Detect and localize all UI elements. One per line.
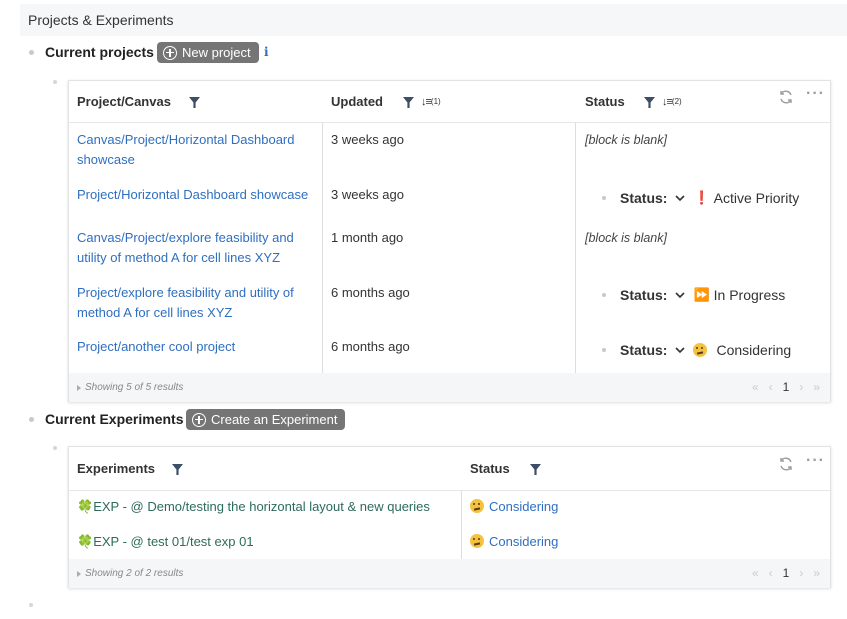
updated-cell: 1 month ago (331, 230, 404, 245)
thinking-face-icon (470, 499, 484, 513)
status-value: Active Priority (713, 190, 800, 206)
pagination: « ‹ 1 › » (752, 566, 820, 580)
sort-order-badge: (1) (430, 97, 441, 106)
project-link[interactable]: Canvas/Project/Horizontal Dashboard showc… (77, 130, 313, 170)
bullet (53, 80, 57, 84)
column-header-status[interactable]: Status (585, 94, 625, 109)
next-page-icon[interactable]: › (799, 380, 803, 394)
bullet (29, 603, 33, 607)
clover-icon: 🍀 (77, 534, 94, 549)
project-link[interactable]: Project/explore feasibility and utility … (77, 283, 317, 323)
status-label: Status: (620, 342, 668, 358)
first-page-icon[interactable]: « (752, 566, 759, 580)
more-options-icon[interactable]: ··· (806, 453, 825, 472)
fast-forward-icon: ⏩ (693, 287, 710, 303)
bullet (53, 446, 57, 450)
refresh-icon[interactable] (778, 456, 794, 472)
column-header-project[interactable]: Project/Canvas (77, 94, 171, 109)
column-header-status[interactable]: Status (470, 461, 510, 476)
sort-desc-icon[interactable]: ↓≡ (1) (421, 97, 441, 108)
new-project-button[interactable]: New project (157, 42, 259, 63)
experiment-status[interactable]: Considering (470, 497, 558, 517)
status-property: Status: Considering (602, 342, 791, 358)
plus-circle-icon (163, 45, 177, 60)
status-value: In Progress (713, 287, 786, 303)
table-actions: ··· (778, 86, 825, 105)
column-header-updated[interactable]: Updated (331, 94, 383, 109)
refresh-icon[interactable] (778, 89, 794, 105)
thinking-face-icon (470, 534, 484, 548)
column-divider (322, 123, 323, 373)
create-experiment-button[interactable]: Create an Experiment (186, 409, 346, 430)
last-page-icon[interactable]: » (813, 380, 820, 394)
chevron-down-icon[interactable] (675, 345, 686, 355)
info-icon[interactable]: i (264, 45, 269, 59)
page-title-bar: Projects & Experiments (20, 4, 847, 36)
expand-triangle-icon (77, 570, 81, 577)
experiments-table: Experiments Status ··· 🍀EXP - @ Demo/tes… (68, 446, 831, 588)
updated-cell: 3 weeks ago (331, 187, 404, 202)
filter-icon[interactable] (530, 464, 541, 475)
table-footer: Showing 5 of 5 results « ‹ 1 › » (69, 373, 830, 402)
column-header-experiments[interactable]: Experiments (77, 461, 155, 476)
page-title: Projects & Experiments (28, 12, 174, 28)
plus-circle-icon (192, 412, 206, 427)
status-label: Status: (620, 287, 668, 303)
sort-order-badge: (2) (671, 97, 682, 106)
updated-cell: 3 weeks ago (331, 132, 404, 147)
status-property: Status: ⏩ In Progress (602, 287, 785, 303)
prev-page-icon[interactable]: ‹ (769, 566, 773, 580)
clover-icon: 🍀 (77, 499, 94, 514)
status-property: Status: ❗ Active Priority (602, 190, 799, 206)
sort-desc-icon[interactable]: ↓≡ (2) (662, 97, 682, 108)
filter-icon[interactable] (172, 464, 183, 475)
bullet (602, 348, 606, 352)
column-divider (575, 123, 576, 373)
bullet (602, 196, 606, 200)
updated-cell: 6 months ago (331, 285, 410, 300)
chevron-down-icon[interactable] (675, 193, 686, 203)
section-title-projects: Current projects (45, 44, 154, 60)
header-divider (69, 122, 830, 123)
blank-block: [block is blank] (585, 133, 667, 147)
pagination: « ‹ 1 › » (752, 380, 820, 394)
prev-page-icon[interactable]: ‹ (769, 380, 773, 394)
filter-icon[interactable] (644, 97, 655, 108)
project-link[interactable]: Canvas/Project/explore feasibility and ut… (77, 228, 317, 268)
experiment-status[interactable]: Considering (470, 532, 558, 552)
chevron-down-icon[interactable] (675, 290, 686, 300)
expand-triangle-icon (77, 384, 81, 391)
last-page-icon[interactable]: » (813, 566, 820, 580)
page-number[interactable]: 1 (783, 566, 790, 580)
blank-block: [block is blank] (585, 231, 667, 245)
filter-icon[interactable] (189, 97, 200, 108)
bullet (602, 293, 606, 297)
create-experiment-label: Create an Experiment (211, 412, 338, 427)
project-link[interactable]: Project/Horizontal Dashboard showcase (77, 185, 317, 205)
results-count[interactable]: Showing 2 of 2 results (77, 568, 183, 579)
page-number[interactable]: 1 (783, 380, 790, 394)
bullet (29, 50, 34, 55)
next-page-icon[interactable]: › (799, 566, 803, 580)
status-value: Considering (716, 342, 792, 358)
updated-cell: 6 months ago (331, 339, 410, 354)
projects-table: Project/Canvas Updated ↓≡ (1) Status ↓≡ (2… (68, 80, 831, 402)
bullet (29, 417, 34, 422)
experiment-link[interactable]: 🍀EXP - @ Demo/testing the horizontal lay… (77, 497, 430, 517)
thinking-face-icon (693, 343, 708, 357)
experiment-link[interactable]: 🍀EXP - @ test 01/test exp 01 (77, 532, 254, 552)
column-divider (461, 491, 462, 559)
more-options-icon[interactable]: ··· (806, 86, 825, 105)
filter-icon[interactable] (403, 97, 414, 108)
status-label: Status: (620, 190, 668, 206)
first-page-icon[interactable]: « (752, 380, 759, 394)
project-link[interactable]: Project/another cool project (77, 337, 317, 357)
table-footer: Showing 2 of 2 results « ‹ 1 › » (69, 559, 830, 588)
table-actions: ··· (778, 453, 825, 472)
results-count[interactable]: Showing 5 of 5 results (77, 382, 183, 393)
header-divider (69, 490, 830, 491)
exclamation-icon: ❗ (693, 190, 710, 206)
section-title-experiments: Current Experiments (45, 411, 184, 427)
new-project-label: New project (182, 45, 251, 60)
